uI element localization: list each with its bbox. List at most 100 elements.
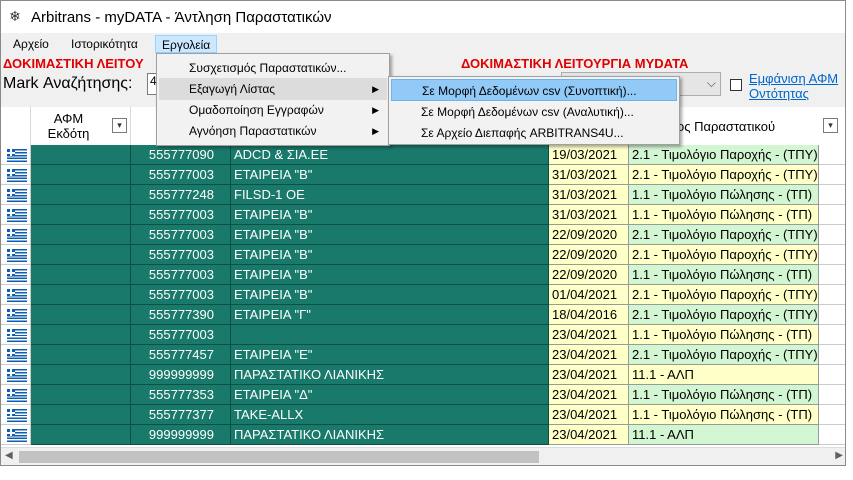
date-cell[interactable]: 22/09/2020 — [549, 245, 629, 265]
date-cell[interactable]: 19/03/2021 — [549, 145, 629, 165]
doc-type-cell[interactable]: 2.1 - Τιμολόγιο Παροχής - (ΤΠΥ) — [629, 165, 819, 185]
menu-item-export-csv-summary[interactable]: Σε Μορφή Δεδομένων csv (Συνοπτική)... — [391, 79, 677, 101]
doc-type-cell[interactable]: 1.1 - Τιμολόγιο Πώλησης - (ΤΠ) — [629, 185, 819, 205]
menu-tools[interactable]: Εργολεία — [155, 35, 218, 53]
date-cell[interactable]: 22/09/2020 — [549, 225, 629, 245]
table-row[interactable]: 555777003 23/04/2021 1.1 - Τιμολόγιο Πώλησ… — [1, 325, 845, 345]
afm-issuer-cell[interactable] — [31, 185, 131, 205]
date-cell[interactable]: 01/04/2021 — [549, 285, 629, 305]
vat-cell[interactable]: 555777457 — [131, 345, 231, 365]
afm-issuer-cell[interactable] — [31, 225, 131, 245]
date-cell[interactable]: 31/03/2021 — [549, 205, 629, 225]
afm-issuer-cell[interactable] — [31, 265, 131, 285]
vat-cell[interactable]: 999999999 — [131, 365, 231, 385]
scroll-right-icon[interactable]: ▶ — [835, 450, 843, 461]
afm-issuer-cell[interactable] — [31, 425, 131, 445]
table-row[interactable]: 555777457 ΕΤΑΙΡΕΙΑ "Ε" 23/04/2021 2.1 - Τιμ… — [1, 345, 845, 365]
company-name-cell[interactable]: ΕΤΑΙΡΕΙΑ "Γ" — [231, 305, 549, 325]
filter-dropdown-icon[interactable]: ▾ — [823, 118, 838, 133]
vat-cell[interactable]: 555777003 — [131, 285, 231, 305]
show-entity-vat-link[interactable]: Εμφάνιση ΑΦΜ Οντότητας — [749, 71, 845, 101]
date-cell[interactable]: 23/04/2021 — [549, 385, 629, 405]
afm-issuer-cell[interactable] — [31, 285, 131, 305]
doc-type-cell[interactable]: 2.1 - Τιμολόγιο Παροχής - (ΤΠΥ) — [629, 245, 819, 265]
company-name-cell[interactable]: ΕΤΑΙΡΕΙΑ "Β" — [231, 225, 549, 245]
company-name-cell[interactable]: ΕΤΑΙΡΕΙΑ "Β" — [231, 245, 549, 265]
vat-cell[interactable]: 555777003 — [131, 325, 231, 345]
company-name-cell[interactable]: ΕΤΑΙΡΕΙΑ "Β" — [231, 165, 549, 185]
header-afm-issuer[interactable]: ΑΦΜ Εκδότη ▾ — [31, 107, 131, 145]
company-name-cell[interactable]: ΕΤΑΙΡΕΙΑ "Δ" — [231, 385, 549, 405]
doc-type-cell[interactable]: 2.1 - Τιμολόγιο Παροχής - (ΤΠΥ) — [629, 285, 819, 305]
doc-type-cell[interactable]: 2.1 - Τιμολόγιο Παροχής - (ΤΠΥ) — [629, 225, 819, 245]
company-name-cell[interactable]: ΕΤΑΙΡΕΙΑ "Β" — [231, 205, 549, 225]
table-row[interactable]: 555777003 ΕΤΑΙΡΕΙΑ "Β" 22/09/2020 2.1 - Τιμ… — [1, 225, 845, 245]
doc-type-cell[interactable]: 1.1 - Τιμολόγιο Πώλησης - (ΤΠ) — [629, 405, 819, 425]
menu-item-link-documents[interactable]: Συσχετισμός Παραστατικών... — [159, 57, 387, 79]
date-cell[interactable]: 23/04/2021 — [549, 345, 629, 365]
company-name-cell[interactable]: ΕΤΑΙΡΕΙΑ "Ε" — [231, 345, 549, 365]
menu-item-ignore-documents[interactable]: Αγνόηση Παραστατικών ▶ — [159, 120, 387, 142]
date-cell[interactable]: 23/04/2021 — [549, 405, 629, 425]
vat-cell[interactable]: 999999999 — [131, 425, 231, 445]
date-cell[interactable]: 22/09/2020 — [549, 265, 629, 285]
doc-type-cell[interactable]: 1.1 - Τιμολόγιο Πώλησης - (ΤΠ) — [629, 385, 819, 405]
table-row[interactable]: 555777003 ΕΤΑΙΡΕΙΑ "Β" 22/09/2020 2.1 - Τιμ… — [1, 245, 845, 265]
menu-item-export-list[interactable]: Εξαγωγή Λίστας ▶ — [159, 78, 387, 100]
vat-cell[interactable]: 555777003 — [131, 225, 231, 245]
date-cell[interactable]: 23/04/2021 — [549, 425, 629, 445]
table-row[interactable]: 555777353 ΕΤΑΙΡΕΙΑ "Δ" 23/04/2021 1.1 - Τιμ… — [1, 385, 845, 405]
doc-type-cell[interactable]: 1.1 - Τιμολόγιο Πώλησης - (ΤΠ) — [629, 325, 819, 345]
company-name-cell[interactable]: FILSD-1 OE — [231, 185, 549, 205]
menu-file[interactable]: Αρχείο — [7, 35, 55, 53]
vat-cell[interactable]: 555777090 — [131, 145, 231, 165]
company-name-cell[interactable]: ADCD & ΣΙΑ.ΕΕ — [231, 145, 549, 165]
table-row[interactable]: 555777003 ΕΤΑΙΡΕΙΑ "Β" 01/04/2021 2.1 - Τιμ… — [1, 285, 845, 305]
date-cell[interactable]: 23/04/2021 — [549, 365, 629, 385]
afm-issuer-cell[interactable] — [31, 205, 131, 225]
table-row[interactable]: 555777003 ΕΤΑΙΡΕΙΑ "Β" 31/03/2021 2.1 - Τιμ… — [1, 165, 845, 185]
afm-issuer-cell[interactable] — [31, 345, 131, 365]
afm-issuer-cell[interactable] — [31, 385, 131, 405]
menu-history[interactable]: Ιστορικότητα — [65, 35, 144, 53]
vat-cell[interactable]: 555777003 — [131, 205, 231, 225]
date-cell[interactable]: 18/04/2016 — [549, 305, 629, 325]
table-row[interactable]: 555777377 TAKE-ALLX 23/04/2021 1.1 - Τιμολό… — [1, 405, 845, 425]
date-cell[interactable]: 31/03/2021 — [549, 185, 629, 205]
vat-cell[interactable]: 555777390 — [131, 305, 231, 325]
doc-type-cell[interactable]: 2.1 - Τιμολόγιο Παροχής - (ΤΠΥ) — [629, 145, 819, 165]
vat-cell[interactable]: 555777003 — [131, 265, 231, 285]
doc-type-cell[interactable]: 11.1 - ΑΛΠ — [629, 365, 819, 385]
afm-issuer-cell[interactable] — [31, 325, 131, 345]
vat-cell[interactable]: 555777003 — [131, 245, 231, 265]
scroll-left-icon[interactable]: ◀ — [5, 450, 13, 461]
afm-issuer-cell[interactable] — [31, 165, 131, 185]
company-name-cell[interactable]: ΠΑΡΑΣΤΑΤΙΚΟ ΛΙΑΝΙΚΗΣ — [231, 425, 549, 445]
vat-cell[interactable]: 555777377 — [131, 405, 231, 425]
company-name-cell[interactable]: ΕΤΑΙΡΕΙΑ "Β" — [231, 285, 549, 305]
company-name-cell[interactable] — [231, 325, 549, 345]
date-cell[interactable]: 23/04/2021 — [549, 325, 629, 345]
afm-issuer-cell[interactable] — [31, 305, 131, 325]
menu-item-group-records[interactable]: Ομαδοποίηση Εγγραφών ▶ — [159, 99, 387, 121]
table-row[interactable]: 999999999 ΠΑΡΑΣΤΑΤΙΚΟ ΛΙΑΝΙΚΗΣ 23/04/2021 1… — [1, 365, 845, 385]
company-name-cell[interactable]: ΠΑΡΑΣΤΑΤΙΚΟ ΛΙΑΝΙΚΗΣ — [231, 365, 549, 385]
filter-dropdown-icon[interactable]: ▾ — [112, 118, 127, 133]
table-row[interactable]: 555777090 ADCD & ΣΙΑ.ΕΕ 19/03/2021 2.1 - Τι… — [1, 145, 845, 165]
table-row[interactable]: 555777003 ΕΤΑΙΡΕΙΑ "Β" 31/03/2021 1.1 - Τιμ… — [1, 205, 845, 225]
menu-item-export-arbitrans4u[interactable]: Σε Αρχείο Διεπαφής ARBITRANS4U... — [391, 122, 677, 144]
vat-cell[interactable]: 555777003 — [131, 165, 231, 185]
doc-type-cell[interactable]: 1.1 - Τιμολόγιο Πώλησης - (ΤΠ) — [629, 265, 819, 285]
afm-issuer-cell[interactable] — [31, 365, 131, 385]
doc-type-cell[interactable]: 2.1 - Τιμολόγιο Παροχής - (ΤΠΥ) — [629, 345, 819, 365]
afm-issuer-cell[interactable] — [31, 145, 131, 165]
horizontal-scrollbar[interactable]: ◀ ▶ — [1, 447, 845, 465]
show-entity-vat-checkbox[interactable] — [730, 79, 742, 91]
scrollbar-thumb[interactable] — [19, 451, 539, 463]
company-name-cell[interactable]: ΕΤΑΙΡΕΙΑ "Β" — [231, 265, 549, 285]
afm-issuer-cell[interactable] — [31, 405, 131, 425]
table-row[interactable]: 999999999 ΠΑΡΑΣΤΑΤΙΚΟ ΛΙΑΝΙΚΗΣ 23/04/2021 1… — [1, 425, 845, 445]
table-row[interactable]: 555777248 FILSD-1 OE 31/03/2021 1.1 - Τιμολ… — [1, 185, 845, 205]
doc-type-cell[interactable]: 1.1 - Τιμολόγιο Πώλησης - (ΤΠ) — [629, 205, 819, 225]
vat-cell[interactable]: 555777248 — [131, 185, 231, 205]
